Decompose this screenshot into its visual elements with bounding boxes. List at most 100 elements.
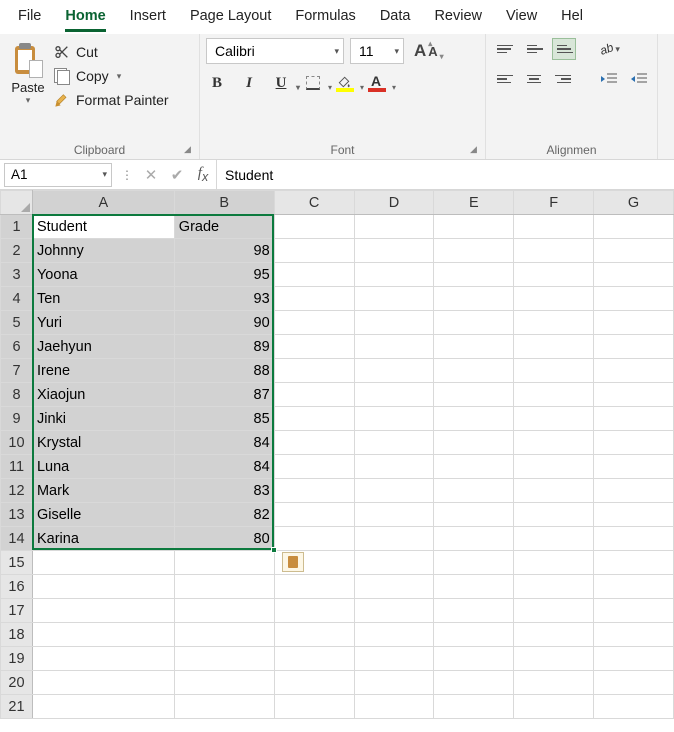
cell-C8[interactable] [274, 383, 354, 407]
row-header-2[interactable]: 2 [1, 239, 33, 263]
decrease-indent-button[interactable] [596, 68, 620, 90]
row-header-4[interactable]: 4 [1, 287, 33, 311]
dialog-launcher-icon[interactable]: ◢ [184, 144, 196, 156]
name-box[interactable]: A1 ▾ [4, 163, 112, 187]
cell-B1[interactable]: Grade [174, 215, 274, 239]
dialog-launcher-icon[interactable]: ◢ [470, 144, 482, 156]
cell-C16[interactable] [274, 575, 354, 599]
cell-G11[interactable] [594, 455, 674, 479]
italic-button[interactable]: I [238, 72, 260, 94]
cell-E13[interactable] [434, 503, 514, 527]
cell-A14[interactable]: Karina [32, 527, 174, 551]
cell-E3[interactable] [434, 263, 514, 287]
row-header-20[interactable]: 20 [1, 671, 33, 695]
col-header-G[interactable]: G [594, 191, 674, 215]
cell-E6[interactable] [434, 335, 514, 359]
cell-C6[interactable] [274, 335, 354, 359]
cell-A19[interactable] [32, 647, 174, 671]
row-header-18[interactable]: 18 [1, 623, 33, 647]
font-name-select[interactable]: Calibri ▾ [206, 38, 344, 64]
tab-formulas[interactable]: Formulas [283, 2, 367, 32]
cell-E4[interactable] [434, 287, 514, 311]
cell-C11[interactable] [274, 455, 354, 479]
cell-F19[interactable] [514, 647, 594, 671]
cell-B20[interactable] [174, 671, 274, 695]
row-header-16[interactable]: 16 [1, 575, 33, 599]
cell-G7[interactable] [594, 359, 674, 383]
cell-E18[interactable] [434, 623, 514, 647]
row-header-11[interactable]: 11 [1, 455, 33, 479]
cell-E9[interactable] [434, 407, 514, 431]
cell-F5[interactable] [514, 311, 594, 335]
align-left-button[interactable] [492, 68, 516, 90]
cell-A2[interactable]: Johnny [32, 239, 174, 263]
cell-E5[interactable] [434, 311, 514, 335]
cell-D21[interactable] [354, 695, 434, 719]
cell-D18[interactable] [354, 623, 434, 647]
cell-D9[interactable] [354, 407, 434, 431]
cell-E14[interactable] [434, 527, 514, 551]
col-header-D[interactable]: D [354, 191, 434, 215]
increase-indent-button[interactable] [626, 68, 650, 90]
cell-E8[interactable] [434, 383, 514, 407]
cell-F15[interactable] [514, 551, 594, 575]
cell-C4[interactable] [274, 287, 354, 311]
cell-C18[interactable] [274, 623, 354, 647]
font-color-button[interactable]: A ▾ [366, 72, 388, 94]
cell-E20[interactable] [434, 671, 514, 695]
tab-home[interactable]: Home [53, 2, 117, 32]
cell-F13[interactable] [514, 503, 594, 527]
tab-data[interactable]: Data [368, 2, 423, 32]
chevron-down-icon[interactable]: ▾ [26, 95, 31, 106]
cell-C20[interactable] [274, 671, 354, 695]
cell-F10[interactable] [514, 431, 594, 455]
row-header-10[interactable]: 10 [1, 431, 33, 455]
cell-G19[interactable] [594, 647, 674, 671]
tab-page-layout[interactable]: Page Layout [178, 2, 283, 32]
format-painter-button[interactable]: Format Painter [50, 90, 173, 110]
cell-B15[interactable] [174, 551, 274, 575]
cell-E19[interactable] [434, 647, 514, 671]
cell-G15[interactable] [594, 551, 674, 575]
cell-D1[interactable] [354, 215, 434, 239]
cell-C1[interactable] [274, 215, 354, 239]
cell-D3[interactable] [354, 263, 434, 287]
cell-D19[interactable] [354, 647, 434, 671]
tab-view[interactable]: View [494, 2, 549, 32]
col-header-B[interactable]: B [174, 191, 274, 215]
cell-G5[interactable] [594, 311, 674, 335]
cell-D11[interactable] [354, 455, 434, 479]
cell-B10[interactable]: 84 [174, 431, 274, 455]
cell-D5[interactable] [354, 311, 434, 335]
cell-C12[interactable] [274, 479, 354, 503]
row-header-15[interactable]: 15 [1, 551, 33, 575]
cell-B21[interactable] [174, 695, 274, 719]
cell-E10[interactable] [434, 431, 514, 455]
cancel-button[interactable]: ✕ [138, 163, 164, 187]
cell-D6[interactable] [354, 335, 434, 359]
cell-A11[interactable]: Luna [32, 455, 174, 479]
borders-button[interactable]: ▾ [302, 72, 324, 94]
cell-D10[interactable] [354, 431, 434, 455]
row-header-12[interactable]: 12 [1, 479, 33, 503]
copy-button[interactable]: Copy ▾ [50, 66, 173, 86]
paste-options-button[interactable] [282, 552, 304, 572]
cell-A8[interactable]: Xiaojun [32, 383, 174, 407]
cell-F9[interactable] [514, 407, 594, 431]
row-header-21[interactable]: 21 [1, 695, 33, 719]
cut-button[interactable]: Cut [50, 42, 173, 62]
cell-C10[interactable] [274, 431, 354, 455]
cell-E21[interactable] [434, 695, 514, 719]
align-center-button[interactable] [522, 68, 546, 90]
cell-C19[interactable] [274, 647, 354, 671]
row-header-13[interactable]: 13 [1, 503, 33, 527]
cell-F14[interactable] [514, 527, 594, 551]
cell-C7[interactable] [274, 359, 354, 383]
cell-G20[interactable] [594, 671, 674, 695]
cell-D2[interactable] [354, 239, 434, 263]
cell-A17[interactable] [32, 599, 174, 623]
cell-G1[interactable] [594, 215, 674, 239]
cell-F20[interactable] [514, 671, 594, 695]
cell-E15[interactable] [434, 551, 514, 575]
col-header-E[interactable]: E [434, 191, 514, 215]
